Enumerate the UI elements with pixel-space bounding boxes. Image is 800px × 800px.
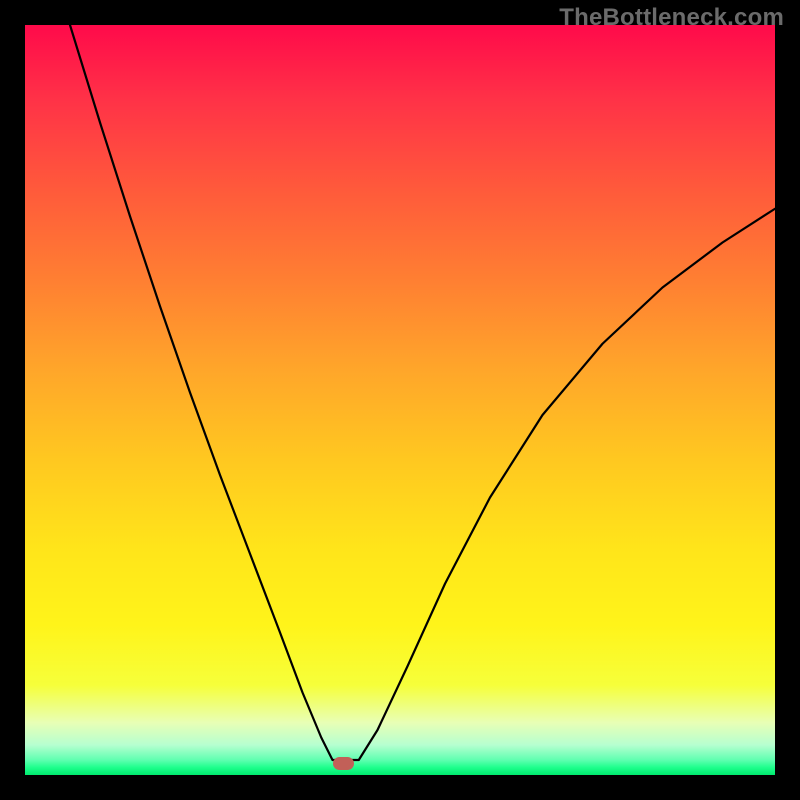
bottleneck-curve [25,25,775,775]
curve-path [70,25,775,760]
watermark-label: TheBottleneck.com [559,4,784,32]
chart-frame: TheBottleneck.com [0,0,800,800]
minimum-marker-icon [333,757,354,770]
plot-area [25,25,775,775]
